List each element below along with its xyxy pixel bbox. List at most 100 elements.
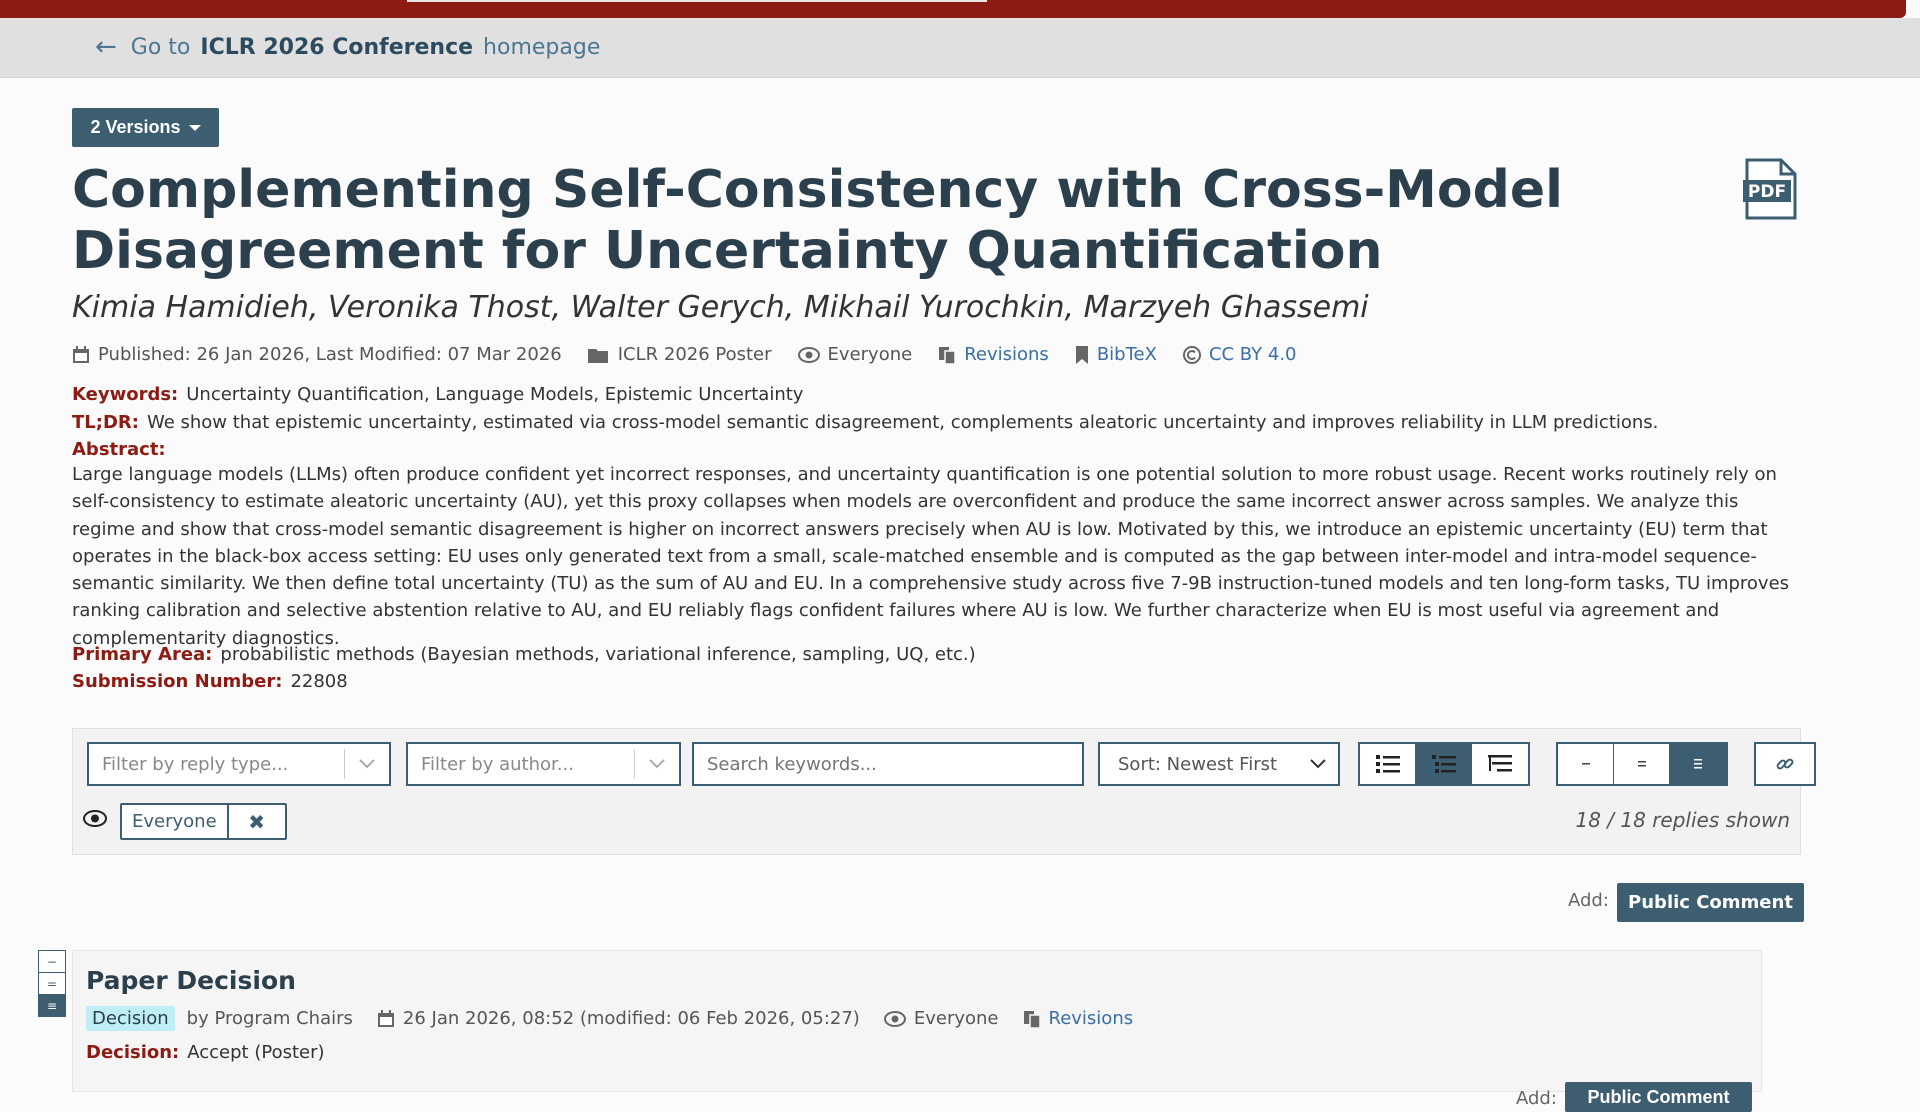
list-icon — [1375, 755, 1400, 773]
eye-icon — [83, 810, 107, 831]
bibtex-link[interactable]: BibTeX — [1097, 344, 1157, 365]
paper-title: Complementing Self-Consistency with Cros… — [72, 160, 1563, 281]
nested-layout-button[interactable] — [1472, 744, 1528, 784]
sort-select[interactable]: Sort: Newest First — [1098, 742, 1340, 786]
bookmark-icon — [1075, 345, 1089, 364]
top-navbar — [0, 0, 1906, 18]
primary-area-value: probabilistic methods (Bayesian methods,… — [220, 644, 976, 665]
back-to-venue-link[interactable]: ← Go to ICLR 2026 Conference homepage — [95, 32, 600, 62]
tldr-field: TL;DR: We show that epistemic uncertainty… — [72, 412, 1658, 433]
keywords-field: Keywords: Uncertainty Quantification, Lan… — [72, 384, 803, 405]
back-bar: ← Go to ICLR 2026 Conference homepage — [0, 18, 1920, 78]
readers-text: Everyone — [827, 344, 913, 365]
calendar-icon — [72, 345, 90, 364]
invitation-badge: Decision — [86, 1006, 175, 1031]
note-readers: Everyone — [913, 1008, 999, 1029]
keyword-search-input[interactable] — [692, 742, 1084, 786]
eye-icon — [797, 346, 820, 363]
threaded-list-icon — [1431, 755, 1456, 773]
note-expand-button[interactable]: ≡ — [38, 994, 66, 1017]
collapse-level-3-button[interactable] — [1670, 744, 1726, 784]
paper-meta-row: Published: 26 Jan 2026, Last Modified: 0… — [72, 344, 1323, 365]
primary-area-field: Primary Area: probabilistic methods (Baye… — [72, 644, 976, 665]
versions-dropdown-button[interactable]: 2 Versions — [72, 108, 219, 147]
arrow-left-icon: ← — [95, 32, 117, 62]
bibtex-item: BibTeX — [1075, 344, 1157, 365]
readers-filter-chip: Everyone ✖ — [120, 803, 287, 840]
note-revisions-link[interactable]: Revisions — [1049, 1008, 1134, 1029]
caret-down-icon — [188, 124, 201, 131]
chevron-down-icon[interactable] — [635, 759, 679, 769]
pdf-download-icon[interactable]: PDF — [1743, 158, 1797, 220]
note-readers-item: Everyone — [883, 1008, 999, 1029]
revisions-icon — [938, 346, 956, 364]
readers-item: Everyone — [797, 344, 913, 365]
collapse-level-group — [1556, 742, 1728, 786]
note-add-label: Add: — [1516, 1088, 1557, 1109]
back-venue: ICLR 2026 Conference — [200, 34, 474, 60]
collapse-icon — [1581, 763, 1590, 765]
revisions-link[interactable]: Revisions — [964, 344, 1049, 365]
abstract-text: Large language models (LLMs) often produ… — [72, 464, 1790, 649]
published-date: Published: 26 Jan 2026, Last Modified: 0… — [72, 344, 562, 365]
sort-label: Sort: Newest First — [1118, 753, 1278, 775]
revisions-item: Revisions — [938, 344, 1049, 365]
author-filter[interactable]: Filter by author... — [406, 742, 681, 786]
note-signature: by Program Chairs — [186, 1008, 353, 1029]
revisions-icon — [1023, 1010, 1041, 1028]
partial-expand-icon — [1637, 761, 1646, 767]
copy-link-button[interactable] — [1756, 744, 1814, 784]
primary-area-label: Primary Area: — [72, 644, 213, 665]
collapse-level-1-button[interactable] — [1558, 744, 1614, 784]
decision-label: Decision: — [86, 1042, 180, 1063]
back-suffix: homepage — [483, 34, 601, 60]
remove-chip-icon[interactable]: ✖ — [229, 805, 285, 838]
note-collapse-button[interactable]: − — [38, 950, 66, 973]
tldr-label: TL;DR: — [72, 412, 139, 433]
pdf-label: PDF — [1748, 182, 1786, 202]
copyright-icon — [1182, 345, 1201, 364]
threaded-layout-button[interactable] — [1416, 744, 1472, 784]
note-meta-row: Decision by Program Chairs 26 Jan 2026, … — [86, 1006, 1157, 1031]
venue-text: ICLR 2026 Poster — [617, 344, 772, 365]
license-link[interactable]: CC BY 4.0 — [1209, 344, 1297, 365]
venue-item: ICLR 2026 Poster — [587, 344, 772, 365]
nested-list-icon — [1488, 755, 1512, 772]
decision-field: Decision: Accept (Poster) — [86, 1042, 325, 1063]
submission-number-label: Submission Number: — [72, 671, 283, 692]
published-text: Published: 26 Jan 2026, Last Modified: 0… — [98, 344, 562, 365]
linear-layout-button[interactable] — [1360, 744, 1416, 784]
eye-icon — [883, 1010, 906, 1027]
calendar-icon — [377, 1009, 395, 1028]
versions-label: 2 Versions — [90, 117, 181, 137]
public-comment-button[interactable]: Public Comment — [1617, 883, 1804, 922]
note-public-comment-button[interactable]: Public Comment — [1565, 1082, 1752, 1112]
license-item: CC BY 4.0 — [1182, 344, 1297, 365]
reply-type-placeholder: Filter by reply type... — [102, 753, 289, 775]
add-label: Add: — [1568, 890, 1609, 911]
note-revisions-item: Revisions — [1023, 1008, 1134, 1029]
reply-type-filter[interactable]: Filter by reply type... — [87, 742, 391, 786]
abstract-label-row: Abstract: — [72, 439, 174, 460]
keywords-label: Keywords: — [72, 384, 179, 405]
note-date-item: 26 Jan 2026, 08:52 (modified: 06 Feb 202… — [377, 1008, 860, 1029]
permalink-group — [1754, 742, 1816, 786]
submission-number-value: 22808 — [290, 671, 348, 692]
tldr-value: We show that epistemic uncertainty, esti… — [146, 412, 1659, 433]
collapse-level-2-button[interactable] — [1614, 744, 1670, 784]
chevron-down-icon[interactable] — [345, 759, 389, 769]
layout-toggle-group — [1358, 742, 1530, 786]
link-icon — [1776, 758, 1794, 770]
keywords-value: Uncertainty Quantification, Language Mod… — [186, 384, 804, 405]
readers-chip-label: Everyone — [122, 805, 229, 838]
paper-authors[interactable]: Kimia Hamidieh, Veronika Thost, Walter G… — [72, 290, 1369, 325]
navbar-search-underline[interactable] — [407, 0, 987, 2]
folder-icon — [587, 346, 610, 364]
note-partial-button[interactable]: = — [38, 972, 66, 995]
author-placeholder: Filter by author... — [421, 753, 574, 775]
back-prefix: Go to — [130, 34, 191, 60]
note-title[interactable]: Paper Decision — [86, 966, 296, 995]
expand-all-icon — [1694, 759, 1702, 769]
note-collapse-control: − = ≡ — [38, 950, 66, 1017]
abstract-label: Abstract: — [72, 439, 166, 460]
